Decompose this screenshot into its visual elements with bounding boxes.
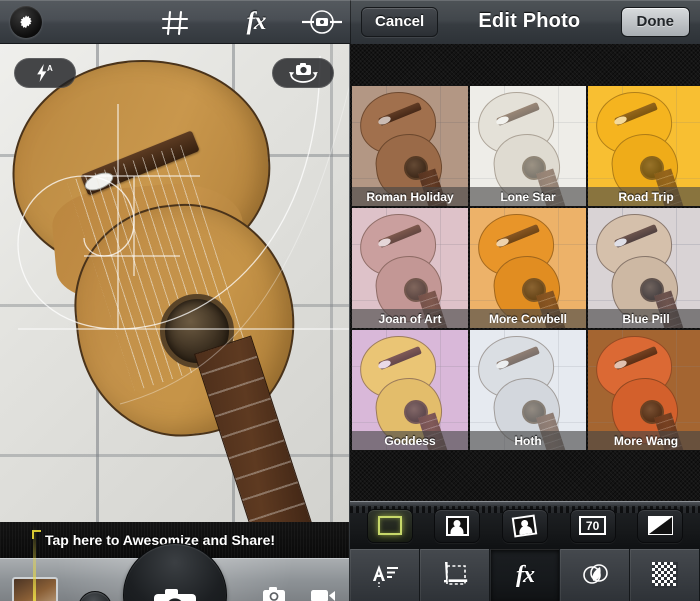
filter-tile-label: Goddess: [352, 431, 468, 450]
page-title: Edit Photo: [478, 10, 581, 32]
filter-tile[interactable]: Joan of Art: [352, 208, 468, 328]
camera-controls: [0, 525, 350, 601]
grid-overlay-button[interactable]: [158, 8, 192, 38]
auto-adjust-icon: [370, 562, 400, 588]
done-button[interactable]: Done: [620, 6, 690, 37]
square-icon: [377, 516, 402, 535]
filter-tile-label: Blue Pill: [588, 309, 700, 328]
filter-tile[interactable]: Roman Holiday: [352, 86, 468, 206]
switch-camera-button[interactable]: [272, 58, 334, 88]
guitar-subject: [4, 51, 326, 522]
app-root: fx Cancel Edit Photo Done A Tap here to …: [0, 0, 700, 601]
nav-item-blend[interactable]: [560, 549, 630, 601]
fx-button[interactable]: fx: [238, 6, 274, 38]
bottom-nav-bar: fx: [350, 549, 700, 601]
filter-tile-label: More Wang: [588, 431, 700, 450]
video-mode-icon[interactable]: [310, 586, 336, 601]
filter-tile[interactable]: Blue Pill: [588, 208, 700, 328]
fx-icon: fx: [516, 561, 535, 588]
filter-tile-label: More Cowbell: [470, 309, 586, 328]
gear-icon: [20, 14, 32, 28]
nav-item-crop[interactable]: [420, 549, 490, 601]
edit-header: Cancel Edit Photo Done: [350, 0, 700, 44]
texture-icon: [652, 562, 678, 588]
flash-auto-icon: A: [37, 64, 53, 82]
camera-icon: [154, 589, 196, 601]
grid-icon: [161, 10, 189, 35]
camera-pane: A Tap here to Awesomize and Share!: [0, 44, 350, 601]
filter-tile-label: Joan of Art: [352, 309, 468, 328]
camera-toolbar: fx: [0, 0, 350, 44]
blend-icon: [580, 561, 610, 589]
filter-tile[interactable]: More Wang: [588, 330, 700, 450]
fx-type-chip-full-frame[interactable]: [366, 508, 413, 543]
filter-tile-label: Hoth: [470, 431, 586, 450]
filter-tile[interactable]: More Cowbell: [470, 208, 586, 328]
flash-mode-button[interactable]: A: [14, 58, 76, 88]
lens-icon: [302, 9, 342, 34]
portrait-flag-icon: [512, 513, 538, 538]
lens-button[interactable]: [300, 6, 344, 38]
switch-camera-icon: [289, 63, 318, 83]
seventy-icon: 70: [579, 516, 607, 535]
svg-text:A: A: [47, 64, 53, 73]
filter-grid: Roman Holiday Lone Star Road Trip Joan of A…: [352, 86, 700, 450]
fx-type-chip-portrait-flag[interactable]: [501, 508, 548, 543]
cancel-button[interactable]: Cancel: [361, 6, 439, 37]
filter-tile[interactable]: Lone Star: [470, 86, 586, 206]
capture-mode-icons: [262, 585, 336, 601]
effect-type-bar: 70: [350, 501, 700, 549]
camera-viewfinder[interactable]: A: [0, 44, 350, 522]
filter-grid-area: Roman Holiday Lone Star Road Trip Joan of A…: [350, 44, 700, 501]
settings-gear-button[interactable]: [10, 5, 42, 38]
filter-tile[interactable]: Goddess: [352, 330, 468, 450]
fx-type-chip-gradient[interactable]: [637, 508, 684, 543]
nav-item-texture[interactable]: [630, 549, 700, 601]
nav-item-fx[interactable]: fx: [490, 549, 560, 601]
tip-beam-line: [33, 525, 36, 601]
filter-tile-label: Roman Holiday: [352, 187, 468, 206]
photo-mode-icon[interactable]: [262, 586, 286, 601]
filter-tile-label: Road Trip: [588, 187, 700, 206]
filter-tile[interactable]: Road Trip: [588, 86, 700, 206]
fx-type-chip-portrait[interactable]: [434, 508, 481, 543]
nav-item-auto-adjust[interactable]: [350, 549, 420, 601]
crop-icon: [440, 561, 470, 589]
filter-tile[interactable]: Hoth: [470, 330, 586, 450]
fx-type-chip-seventy[interactable]: 70: [569, 508, 616, 543]
edit-pane: Roman Holiday Lone Star Road Trip Joan of A…: [350, 44, 700, 601]
portrait-icon: [445, 515, 469, 536]
expand-drawer-button[interactable]: [78, 591, 112, 601]
top-bar: fx Cancel Edit Photo Done: [0, 0, 700, 44]
filter-tile-label: Lone Star: [470, 187, 586, 206]
gradient-icon: [647, 516, 673, 535]
